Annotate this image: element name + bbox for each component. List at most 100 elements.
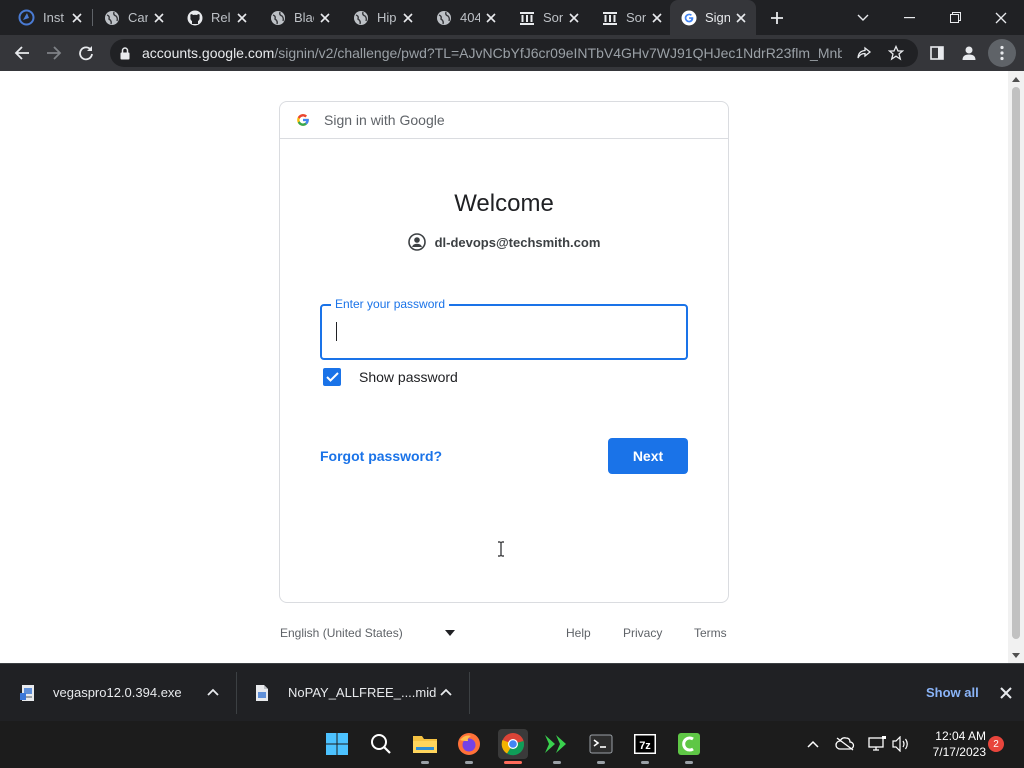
account-circle-icon [407, 233, 426, 251]
tab-search-button[interactable] [840, 0, 886, 35]
chevron-up-icon [807, 740, 819, 748]
url-text: accounts.google.com/signin/v2/challenge/… [142, 45, 842, 61]
next-button[interactable]: Next [608, 438, 688, 474]
tab-label: Hip [377, 10, 397, 25]
close-tab-icon[interactable] [70, 11, 84, 25]
language-selector[interactable]: English (United States) [280, 626, 403, 640]
tab-8[interactable]: Son [583, 0, 672, 35]
taskbar-firefox[interactable] [454, 729, 484, 764]
globe-icon [352, 9, 369, 26]
github-icon [186, 9, 203, 26]
taskbar-search-button[interactable] [366, 729, 396, 759]
running-indicator [465, 761, 473, 764]
scroll-down-arrow-icon[interactable] [1012, 651, 1020, 659]
arrow-left-icon [14, 46, 29, 60]
taskbar-clock[interactable]: 12:04 AM 7/17/2023 [922, 728, 986, 760]
forgot-password-link[interactable]: Forgot password? [320, 448, 442, 464]
url-host: accounts.google.com [142, 45, 275, 61]
scroll-up-arrow-icon[interactable] [1012, 75, 1020, 83]
scrollbar-thumb[interactable] [1012, 87, 1020, 639]
chevron-down-icon [857, 14, 869, 21]
show-all-downloads-link[interactable]: Show all [926, 685, 979, 700]
globe-icon [269, 9, 286, 26]
close-tab-icon[interactable] [152, 11, 166, 25]
terms-link[interactable]: Terms [694, 626, 727, 640]
show-password-checkbox[interactable] [323, 368, 341, 386]
close-tab-icon[interactable] [235, 11, 249, 25]
password-field[interactable]: Enter your password [320, 297, 688, 557]
download-item[interactable]: vegaspro12.0.394.exe [20, 664, 230, 721]
tab-1[interactable]: Inst [0, 0, 92, 35]
close-tab-icon[interactable] [318, 11, 332, 25]
tray-network[interactable] [867, 734, 887, 754]
close-tab-icon[interactable] [650, 11, 664, 25]
tab-label: Sign [705, 10, 730, 25]
tab-6[interactable]: 404 [417, 0, 506, 35]
privacy-link[interactable]: Privacy [623, 626, 662, 640]
tab-4[interactable]: Blac [251, 0, 340, 35]
card-header: Sign in with Google [280, 102, 728, 139]
taskbar-green-arrows-app[interactable] [542, 729, 572, 764]
close-tab-icon[interactable] [401, 11, 415, 25]
tab-5[interactable]: Hip [334, 0, 423, 35]
account-chip[interactable]: dl-devops@techsmith.com [280, 233, 728, 251]
google-icon [680, 9, 697, 26]
running-indicator [504, 761, 522, 764]
close-window-button[interactable] [978, 0, 1024, 35]
chevron-up-icon[interactable] [207, 687, 219, 697]
restore-button[interactable] [932, 0, 978, 35]
minimize-icon [903, 16, 915, 18]
close-tab-icon[interactable] [567, 11, 581, 25]
running-indicator [421, 761, 429, 764]
taskbar-file-explorer[interactable] [410, 729, 440, 764]
minimize-button[interactable] [886, 0, 932, 35]
menu-button[interactable] [988, 39, 1016, 67]
tab-3[interactable]: Rele [168, 0, 257, 35]
tray-overflow-button[interactable] [803, 734, 823, 754]
tab-label: Son [543, 10, 563, 25]
download-separator [469, 672, 470, 714]
new-tab-button[interactable] [765, 6, 789, 30]
browser-toolbar: accounts.google.com/signin/v2/challenge/… [0, 35, 1024, 71]
running-indicator [685, 761, 693, 764]
help-link[interactable]: Help [566, 626, 591, 640]
show-password-row[interactable]: Show password [320, 368, 458, 386]
download-separator [236, 672, 237, 714]
bookmark-star-icon[interactable] [887, 44, 905, 66]
profile-button[interactable] [955, 39, 983, 67]
taskbar-7zip[interactable]: 7z [630, 729, 660, 764]
page-scrollbar[interactable] [1008, 71, 1024, 663]
taskbar-chrome[interactable] [498, 729, 528, 764]
globe-icon [435, 9, 452, 26]
signin-card: Sign in with Google Welcome dl-devops@te… [279, 101, 729, 603]
close-tab-icon[interactable] [484, 11, 498, 25]
tab-active-sign-in[interactable]: Sign [670, 0, 756, 35]
tab-2[interactable]: Car [85, 0, 174, 35]
tab-7[interactable]: Son [500, 0, 589, 35]
text-caret [336, 322, 337, 341]
running-indicator [641, 761, 649, 764]
plus-icon [771, 12, 783, 24]
back-button[interactable] [8, 39, 36, 67]
running-indicator [597, 761, 605, 764]
chevron-up-icon[interactable] [440, 687, 452, 697]
google-g-icon [296, 111, 314, 129]
dropdown-arrow-icon[interactable] [445, 630, 455, 636]
share-icon[interactable] [856, 45, 872, 66]
show-password-label[interactable]: Show password [359, 369, 458, 385]
notification-badge[interactable]: 2 [988, 736, 1004, 752]
tab-label: Inst [43, 10, 64, 25]
close-download-shelf-button[interactable] [998, 685, 1014, 701]
taskbar-camtasia[interactable] [674, 729, 704, 764]
side-panel-button[interactable] [923, 39, 951, 67]
password-field-label: Enter your password [331, 297, 450, 311]
download-item[interactable]: NoPAY_ALLFREE_....mid [255, 664, 465, 721]
close-tab-icon[interactable] [734, 11, 748, 25]
tray-cloud-offline[interactable] [835, 734, 855, 754]
address-bar[interactable]: accounts.google.com/signin/v2/challenge/… [110, 39, 918, 67]
reload-button[interactable] [72, 39, 100, 67]
start-button[interactable] [322, 729, 352, 759]
tray-volume[interactable] [891, 734, 911, 754]
taskbar-terminal[interactable] [586, 729, 616, 764]
forward-button[interactable] [40, 39, 68, 67]
